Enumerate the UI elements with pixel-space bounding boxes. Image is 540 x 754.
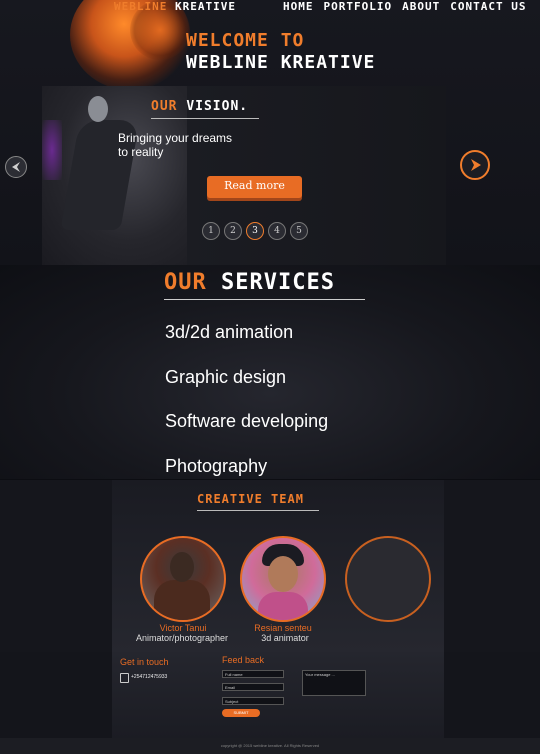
services-title-accent: OUR: [164, 270, 207, 295]
avatar-face: [170, 552, 194, 582]
slider-prev-button[interactable]: [5, 156, 27, 178]
slide-title: OUR VISION.: [151, 99, 248, 115]
subject-field[interactable]: Subject: [222, 697, 284, 705]
fullname-field[interactable]: Full name: [222, 670, 284, 678]
slide-text-line-2: to reality: [118, 145, 164, 159]
service-item: 3d/2d animation: [165, 322, 294, 342]
get-in-touch-title: Get in touch: [120, 657, 169, 667]
services-title-main: SERVICES: [221, 270, 335, 295]
feedback-title: Feed back: [222, 655, 265, 665]
slider-page-3[interactable]: 3: [246, 222, 264, 240]
services-title-underline: [164, 299, 365, 300]
brand-logo[interactable]: WEBLINE KREATIVE: [114, 0, 236, 13]
nav-contact-us[interactable]: CONTACT US: [450, 0, 526, 13]
phone-number[interactable]: +254712475933: [131, 674, 167, 681]
slider-pagination: 1 2 3 4 5: [202, 222, 308, 240]
slider-page-5[interactable]: 5: [290, 222, 308, 240]
welcome-line-2: WEBLINE KREATIVE: [186, 52, 376, 73]
member-role: 3d animator: [261, 633, 309, 643]
slide-title-main: VISION.: [186, 99, 249, 114]
services-title: OUR SERVICES: [164, 271, 335, 295]
member-role: Animator/photographer: [135, 633, 229, 643]
nav-home[interactable]: HOME: [283, 0, 314, 13]
slide-title-accent: OUR: [151, 99, 178, 114]
brand-first-word: WEBLINE: [114, 0, 168, 13]
copyright-text: copyright @ 2015 webline kreative. All R…: [220, 743, 320, 748]
slide-figure-head: [88, 96, 108, 122]
nav-portfolio[interactable]: PORTFOLIO: [324, 0, 393, 13]
team-title-underline: [197, 510, 319, 511]
chevron-right-icon: [471, 159, 481, 171]
welcome-heading: WELCOME TO WEBLINE KREATIVE: [186, 30, 375, 74]
slider-next-button[interactable]: [460, 150, 490, 180]
submit-button[interactable]: SUBMIT: [222, 709, 260, 717]
slider-page-2[interactable]: 2: [224, 222, 242, 240]
welcome-line-1: WELCOME TO: [186, 30, 305, 51]
avatar[interactable]: [140, 536, 226, 622]
service-item: Photography: [165, 456, 268, 476]
chevron-left-icon: [12, 162, 20, 172]
brand-second-word: KREATIVE: [174, 0, 236, 13]
slide-image-glow: [42, 120, 62, 180]
service-item: Software developing: [165, 411, 329, 431]
avatar[interactable]: [240, 536, 326, 622]
nav-about[interactable]: ABOUT: [402, 0, 440, 13]
slide-title-underline: [151, 118, 259, 119]
slide-text-line-1: Bringing your dreams: [118, 131, 233, 145]
slider-page-1[interactable]: 1: [202, 222, 220, 240]
service-item: Graphic design: [165, 367, 287, 387]
avatar-face: [268, 556, 298, 592]
slide-text: Bringing your dreams to reality: [118, 131, 278, 159]
avatar-torso: [154, 580, 210, 620]
main-nav: HOME PORTFOLIO ABOUT CONTACT US: [283, 0, 526, 13]
slider-page-4[interactable]: 4: [268, 222, 286, 240]
avatar-placeholder[interactable]: [345, 536, 431, 622]
read-more-button[interactable]: Read more: [207, 176, 302, 198]
avatar-torso: [258, 592, 308, 620]
team-title: CREATIVE TEAM: [197, 492, 304, 506]
message-field[interactable]: Your message ...: [302, 670, 366, 696]
phone-icon: [120, 673, 129, 683]
email-field[interactable]: Email: [222, 683, 284, 691]
